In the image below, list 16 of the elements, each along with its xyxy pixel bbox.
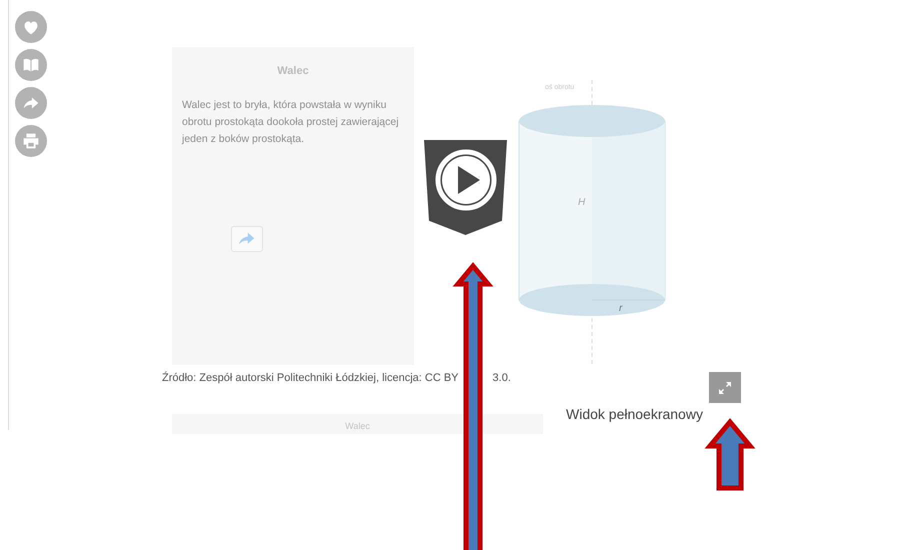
height-label: H xyxy=(578,197,586,208)
source-text: 3.0. xyxy=(492,372,511,384)
share-icon[interactable] xyxy=(15,87,47,119)
book-icon[interactable] xyxy=(15,49,47,81)
card-title: Walec xyxy=(276,65,310,77)
fullscreen-caption: Widok pełnoekranowy xyxy=(566,406,704,422)
share-icon xyxy=(237,231,257,247)
fullscreen-button[interactable] xyxy=(709,372,741,403)
print-icon[interactable] xyxy=(15,125,47,157)
radius-label: r xyxy=(619,303,622,314)
play-icon xyxy=(434,148,498,212)
play-button[interactable] xyxy=(424,140,507,235)
source-text: Źródło: Zespół autorski Politechniki Łódzkiej, licencja: CC BY xyxy=(162,372,459,384)
share-button[interactable] xyxy=(231,226,263,252)
card-text: Walec jest to bryła, która powstała w wyniku obrotu prostokąta dookoła prostej zawierającej jeden z boków prostokąta. xyxy=(182,98,400,147)
expand-icon xyxy=(717,380,733,396)
